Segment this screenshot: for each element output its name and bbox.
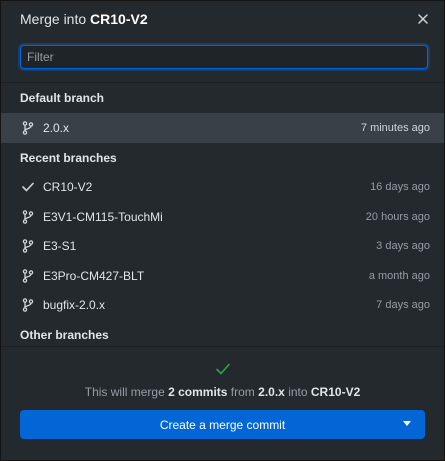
branch-time: 16 days ago [370,181,430,194]
branch-row-default[interactable]: 2.0.x 7 minutes ago [1,113,444,143]
merge-text-from: from [230,385,255,399]
success-check-icon [215,363,230,375]
branch-name: E3V1-CM115-TouchMi [43,209,163,224]
title-prefix: Merge into [20,11,87,27]
branch-time: 3 days ago [376,240,430,253]
merge-dialog: Merge into CR10-V2 Default branch 2.0.x [0,0,445,461]
branch-list[interactable]: Default branch 2.0.x 7 minutes ago Recen… [1,82,444,346]
commit-count: 2 commits [168,385,228,399]
branch-row[interactable]: E3V1-CM115-TouchMi 20 hours ago [1,202,444,232]
merge-summary: This will merge 2 commits from 2.0.x int… [1,385,444,399]
target-branch: CR10-V2 [310,385,361,399]
branch-name: CR10-V2 [43,180,93,195]
branch-name: E3-S1 [43,239,77,254]
branch-name: bugfix-2.0.x [43,298,106,313]
merge-button-label: Create a merge commit [159,417,286,432]
chevron-down-icon[interactable] [403,421,411,426]
branch-icon [20,120,36,136]
section-other-branches: Other branches [20,328,109,342]
check-icon [20,179,36,195]
branch-row[interactable]: E3-S1 3 days ago [1,232,444,262]
title-branch: CR10-V2 [90,11,148,27]
branch-row[interactable]: bugfix-2.0.x 7 days ago [1,291,444,321]
branch-name: E3Pro-CM427-BLT [43,268,145,283]
filter-container [1,37,444,77]
source-branch: 2.0.x [258,385,285,399]
branch-icon [20,297,36,313]
close-button[interactable] [414,10,432,28]
branch-time: 20 hours ago [365,210,430,223]
close-icon [418,14,428,24]
branch-row[interactable]: E3Pro-CM427-BLT a month ago [1,261,444,291]
merge-text-prefix: This will merge [84,385,165,399]
branch-time: 7 minutes ago [360,121,430,134]
section-default-branch: Default branch [20,91,105,105]
branch-icon [20,238,36,254]
branch-row[interactable]: CR10-V2 16 days ago [1,173,444,203]
branch-time: a month ago [368,269,430,282]
dialog-header: Merge into CR10-V2 [1,1,444,37]
branch-icon [20,209,36,225]
dialog-title: Merge into CR10-V2 [20,11,148,27]
section-recent-branches: Recent branches [20,150,117,165]
branch-time: 7 days ago [376,299,430,312]
create-merge-commit-button[interactable]: Create a merge commit [20,410,425,439]
branch-name: 2.0.x [43,120,70,135]
branch-icon [20,268,36,284]
merge-footer: This will merge 2 commits from 2.0.x int… [1,346,444,460]
merge-text-into: into [288,385,308,399]
filter-input[interactable] [20,45,428,69]
